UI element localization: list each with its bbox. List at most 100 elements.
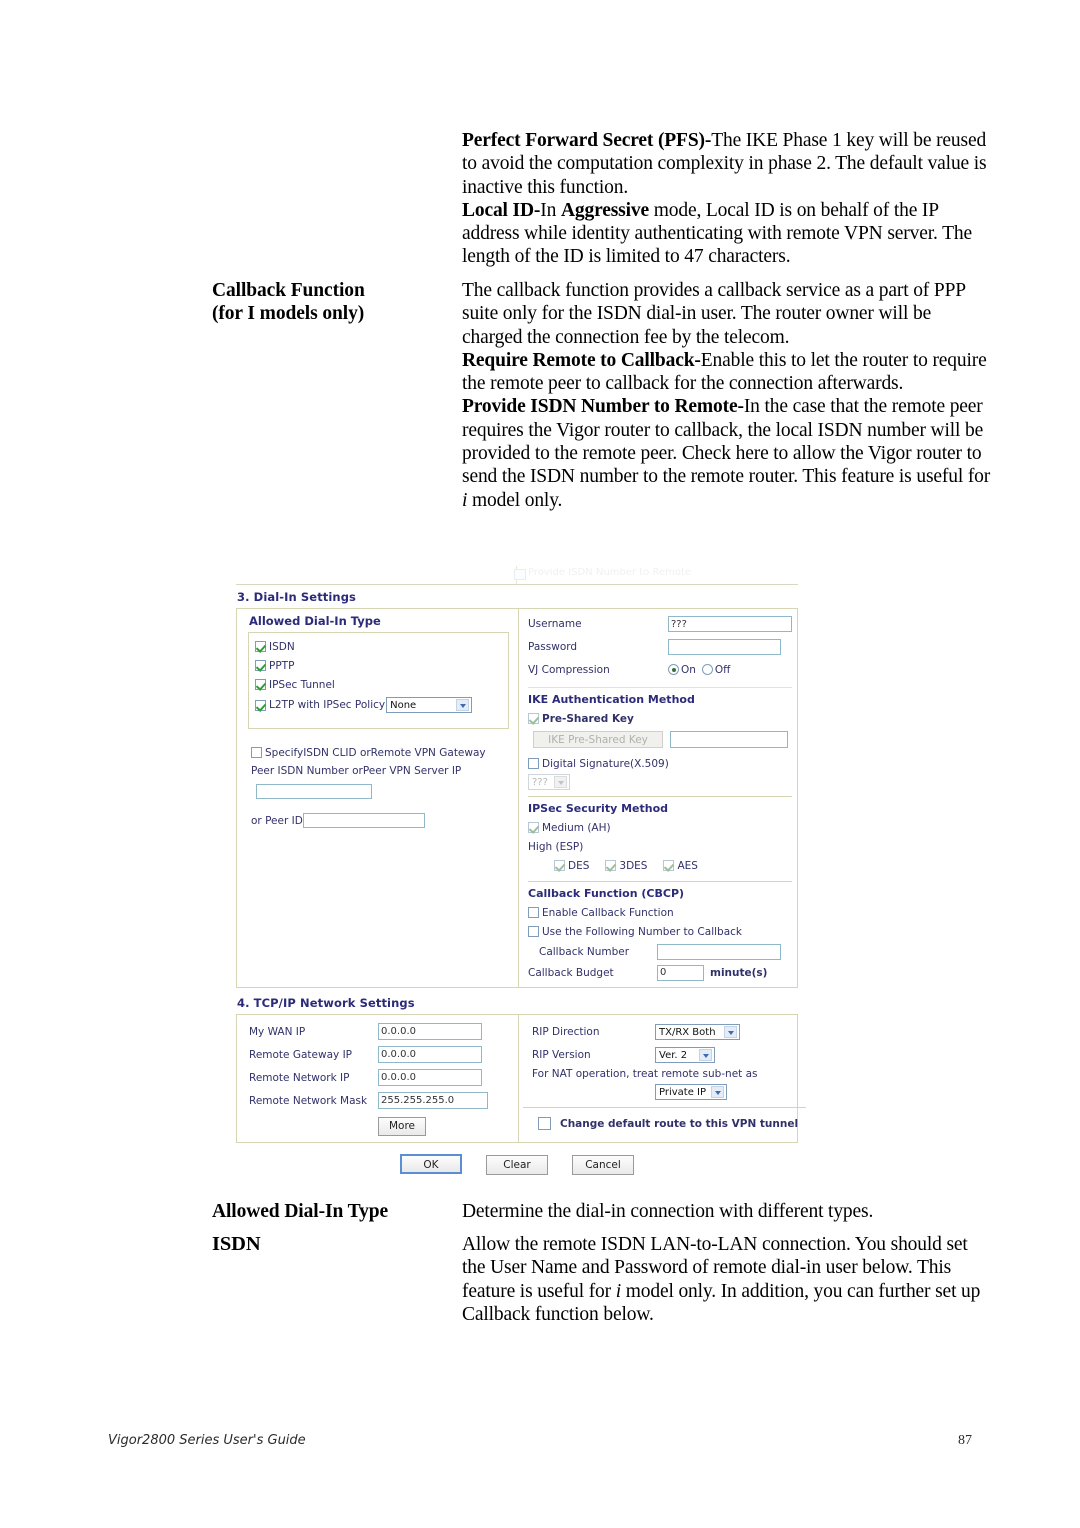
remote-network-ip-label: Remote Network IP [249,1071,350,1084]
chevron-down-icon [558,781,564,785]
peer-isdn-number-input[interactable] [256,784,372,799]
checkbox-specify-clid[interactable] [251,747,262,758]
label-ipsec-tunnel: IPSec Tunnel [269,678,335,691]
clear-button[interactable]: Clear [486,1155,548,1175]
prose-term: Callback Function (for I models only) [212,279,462,512]
checkbox-ipsec-tunnel[interactable] [255,679,266,690]
allowed-dial-in-type-panel: Allowed Dial-In Type ISDN PPTP IPSec Tun… [237,609,519,987]
callback-budget-input[interactable]: 0 [657,964,704,981]
label-l2tp: L2TP with IPSec Policy [269,699,386,711]
radio-vj-off[interactable] [701,664,713,675]
allowed-dial-in-type-heading: Allowed Dial-In Type [249,614,381,628]
my-wan-ip-input[interactable]: 0.0.0.0 [378,1023,482,1040]
ike-pre-shared-key-button[interactable]: IKE Pre-Shared Key [533,731,663,748]
password-row: Password [528,635,792,658]
change-default-route-row[interactable]: Change default route to this VPN tunnel [532,1114,798,1133]
password-label: Password [528,640,578,653]
checkbox-isdn[interactable] [255,641,266,652]
prose-definition: Determine the dial-in connection with di… [462,1201,874,1222]
cancel-button[interactable]: Cancel [572,1155,634,1175]
label-pre-shared-key: Pre-Shared Key [542,712,634,725]
cut-off-left-cell [236,566,517,584]
label-medium-ah: Medium (AH) [542,821,611,834]
label-isdn: ISDN [269,640,295,653]
section-3-title: 3. Dial-In Settings [237,590,356,604]
l2tp-ipsec-policy-value: None [390,700,417,711]
username-row: Username ??? [528,612,792,635]
checkbox-enable-callback[interactable] [528,907,539,918]
ok-button[interactable]: OK [400,1154,462,1174]
password-input[interactable] [668,638,781,655]
username-label: Username [528,617,582,630]
checkbox-l2tp[interactable] [255,699,266,711]
checkbox-change-default-route[interactable] [538,1117,551,1130]
checkbox-des[interactable] [554,860,565,871]
medium-ah-row[interactable]: Medium (AH) [528,818,792,837]
prose-row-isdn: ISDN Allow the remote ISDN LAN-to-LAN co… [212,1233,992,1326]
my-wan-ip-row: My WAN IP 0.0.0.0 [237,1020,518,1043]
page-footer: Vigor2800 Series User's Guide 87 [0,1433,1080,1457]
callback-budget-label: Callback Budget [528,966,614,979]
rip-version-select[interactable]: Ver. 2 [655,1046,715,1063]
rip-version-label: RIP Version [532,1048,591,1061]
dial-in-type-box: ISDN PPTP IPSec Tunnel L2TP with IPSec P… [248,632,509,729]
label-high-esp: High (ESP) [528,840,584,853]
radio-vj-on[interactable] [668,664,679,675]
esp-options-row: DES 3DES AES [528,856,792,875]
enable-callback-row[interactable]: Enable Callback Function [528,903,792,922]
callback-budget-row: Callback Budget 0 minute(s) [528,962,792,983]
checkbox-pre-shared-key[interactable] [528,713,539,724]
use-following-number-row[interactable]: Use the Following Number to Callback [528,922,792,941]
divider-ipsec [528,796,792,797]
checkbox-medium-ah[interactable] [528,822,539,833]
vj-compression-row: VJ Compression On Off [528,658,792,681]
checkbox-digital-signature[interactable] [528,758,539,769]
label-aes: AES [677,859,698,872]
cut-off-label: Provide ISDN Number to Remote [528,567,692,578]
remote-gateway-ip-input[interactable]: 0.0.0.0 [378,1046,482,1063]
more-button[interactable]: More [378,1117,426,1136]
specify-clid-row[interactable]: SpecifyISDN CLID orRemote VPN Gateway [251,743,518,762]
username-input[interactable]: ??? [668,615,792,632]
rip-direction-select[interactable]: TX/RX Both [655,1023,740,1040]
prose-definition: Perfect Forward Secret (PFS)-The IKE Pha… [462,130,987,268]
divider-change-route [523,1107,807,1108]
or-peer-id-input[interactable] [302,813,425,828]
ipsec-security-method-heading: IPSec Security Method [528,802,669,815]
or-peer-id-row: or Peer ID [251,802,518,832]
label-vj-on: On [681,663,696,676]
rip-direction-value: TX/RX Both [659,1026,716,1038]
label-vj-off: Off [714,663,731,676]
digital-signature-select[interactable]: ??? [528,774,570,790]
checkbox-aes[interactable] [663,860,675,871]
remote-network-ip-input[interactable]: 0.0.0.0 [378,1069,482,1086]
checkbox-use-following-number[interactable] [528,926,539,937]
my-wan-ip-label: My WAN IP [249,1025,306,1038]
digital-signature-select-value: ??? [532,777,548,788]
dial-in-type-ipsec-tunnel[interactable]: IPSec Tunnel [255,675,502,694]
dial-in-type-l2tp[interactable]: L2TP with IPSec Policy None [255,694,502,716]
high-esp-row: High (ESP) [528,837,792,856]
dial-in-type-pptp[interactable]: PPTP [255,656,502,675]
callback-function-cbcp-heading: Callback Function (CBCP) [528,887,685,900]
digital-signature-row[interactable]: Digital Signature(X.509) [528,754,792,773]
section-4-title: 4. TCP/IP Network Settings [237,996,415,1010]
remote-network-mask-input[interactable]: 255.255.255.0 [378,1092,488,1109]
callback-number-input[interactable] [657,943,781,960]
callback-number-label: Callback Number [539,945,630,958]
ike-psk-row: IKE Pre-Shared Key [528,728,792,751]
dial-in-type-isdn[interactable]: ISDN [255,637,502,656]
nat-treat-remote-subnet-select[interactable]: Private IP [655,1084,727,1100]
prose-term-line2: (for I models only) [212,303,365,325]
tcpip-right-panel: RIP Direction TX/RX Both RIP Version Ver… [519,1015,807,1142]
pre-shared-key-row[interactable]: Pre-Shared Key [528,709,792,728]
rip-direction-row: RIP Direction TX/RX Both [532,1020,798,1043]
ike-auth-method-heading: IKE Authentication Method [528,693,695,706]
checkbox-3des[interactable] [605,860,617,871]
l2tp-ipsec-policy-select[interactable]: None [386,697,473,713]
ike-pre-shared-key-input[interactable] [670,731,788,748]
prose-row-pfs: Perfect Forward Secret (PFS)-The IKE Pha… [212,129,992,269]
prose-term: Allowed Dial-In Type [212,1201,389,1222]
divider-ike [528,687,792,688]
checkbox-pptp[interactable] [255,660,266,671]
